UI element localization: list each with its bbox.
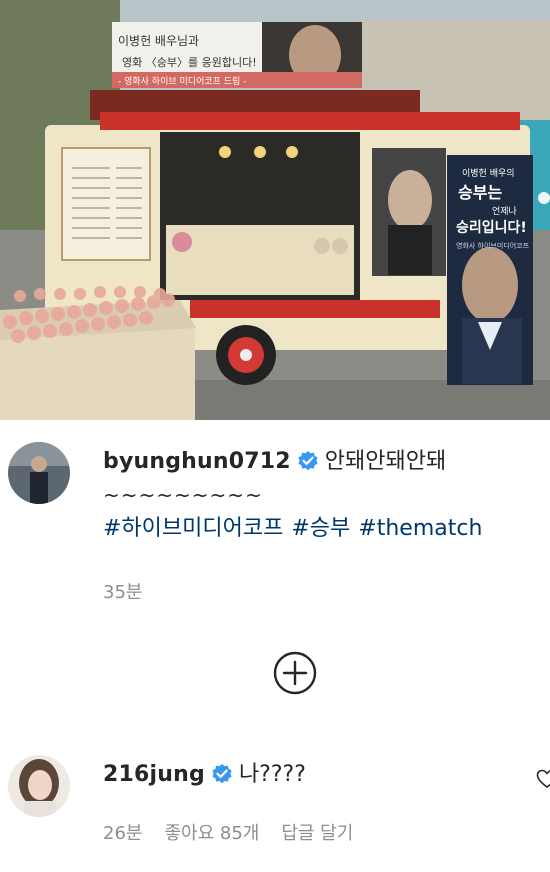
comment-time: 26분: [103, 823, 143, 844]
heart-icon: [536, 769, 550, 788]
banner-text-2: 영화 〈승부〉를 응원합니다!: [122, 56, 257, 69]
hashtag-link[interactable]: #승부: [291, 516, 350, 541]
hashtag-link[interactable]: #thematch: [358, 516, 482, 541]
poster-sub: 영화사 하이브미디어코프: [456, 241, 530, 250]
banner-sub: - 영화사 하이브 미디어코프 드림 -: [118, 75, 246, 87]
verified-badge-icon: [211, 763, 233, 793]
comment-text: 안돼안돼안돼: [324, 449, 447, 474]
avatar[interactable]: [8, 442, 70, 504]
comment-text: 나????: [238, 762, 306, 787]
post-photo: 이병헌 배우님과 영화 〈승부〉를 응원합니다! - 영화사 하이브 미디어코프…: [0, 0, 550, 420]
reply-link[interactable]: 답글 달기: [281, 823, 353, 844]
comment-username[interactable]: byunghun0712: [103, 449, 291, 474]
poster-text-1: 이병헌 배우의: [462, 168, 515, 179]
hashtag-link[interactable]: #하이브미디어코프: [103, 516, 283, 541]
avatar[interactable]: [8, 755, 70, 817]
poster-text-2: 승부는: [458, 183, 502, 202]
comment-likes[interactable]: 좋아요 85개: [164, 823, 259, 844]
comment-username[interactable]: 216jung: [103, 762, 205, 787]
poster-text-4: 승리입니다!: [456, 220, 527, 236]
like-comment-button[interactable]: [536, 768, 550, 790]
banner-text-1: 이병헌 배우님과: [118, 34, 199, 48]
plus-circle-icon: [273, 651, 317, 695]
poster-text-3: 언제나: [492, 205, 517, 217]
verified-badge-icon: [297, 450, 319, 480]
comment-time: 35분: [103, 582, 143, 603]
load-more-comments-button[interactable]: [273, 651, 317, 695]
comment-text-line-2: ~~~~~~~~~: [103, 483, 263, 507]
